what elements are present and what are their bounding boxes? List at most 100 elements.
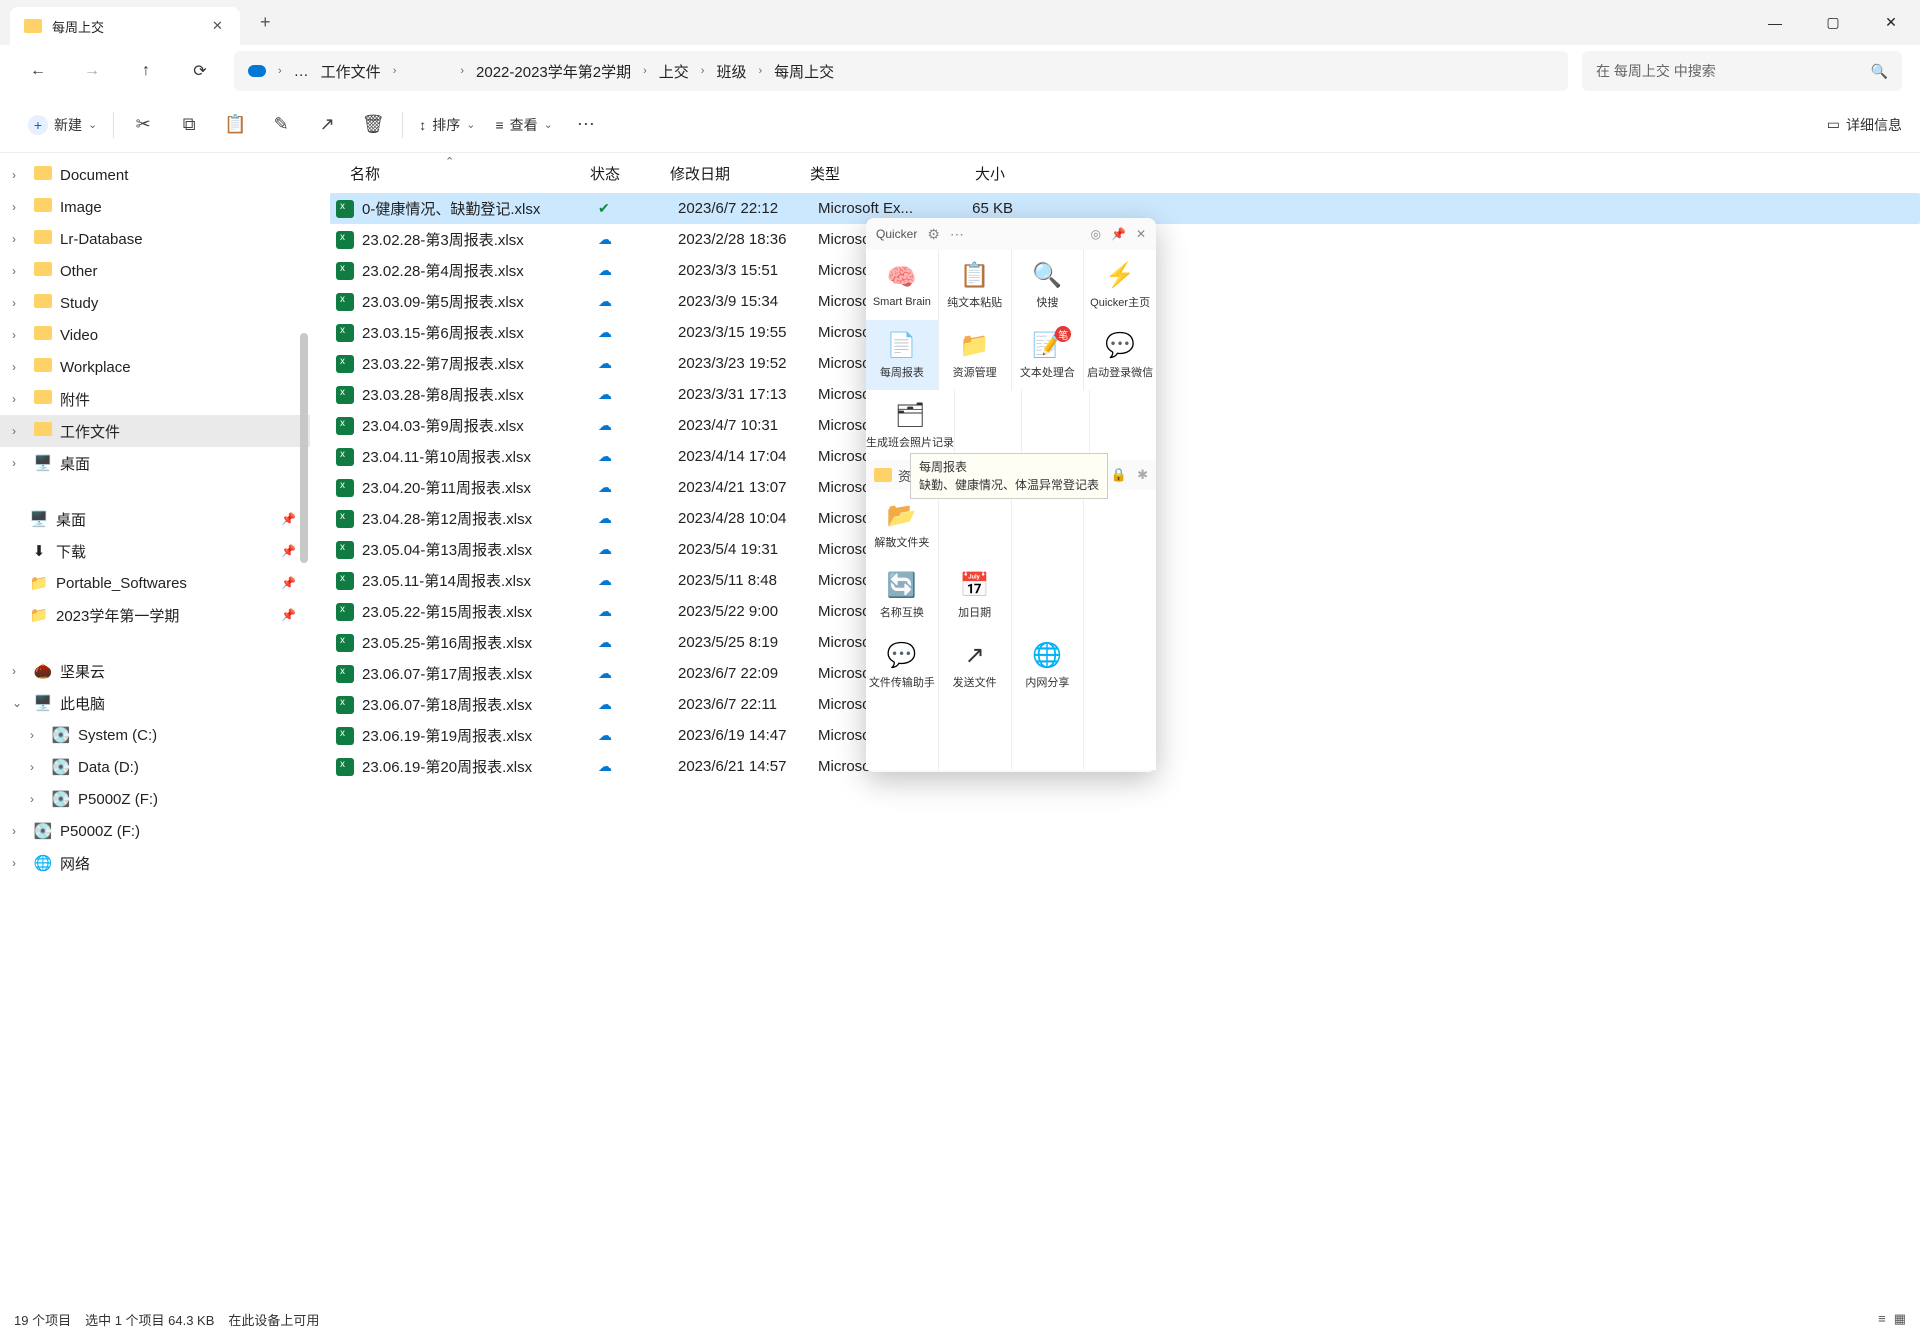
quicker-action[interactable] xyxy=(1012,490,1084,560)
sidebar-item[interactable]: › Document xyxy=(0,159,310,191)
quicker-action[interactable] xyxy=(866,700,938,770)
chevron-right-icon[interactable]: › xyxy=(701,65,705,77)
copy-button[interactable]: ⧉ xyxy=(166,114,212,135)
chevron-right-icon[interactable]: › xyxy=(460,65,464,77)
more-button[interactable]: ⋯ xyxy=(563,114,609,135)
chevron-right-icon[interactable]: › xyxy=(12,328,26,342)
new-button[interactable]: + 新建 ⌄ xyxy=(18,109,107,141)
chevron-icon[interactable]: ⌄ xyxy=(12,696,26,710)
delete-button[interactable]: 🗑 xyxy=(350,114,396,135)
breadcrumb[interactable]: 每周上交 xyxy=(774,61,834,82)
quicker-action[interactable] xyxy=(939,700,1011,770)
quicker-action[interactable] xyxy=(1090,390,1156,460)
lock-icon[interactable]: 🔒 xyxy=(1111,467,1127,483)
view-grid-icon[interactable]: ▦ xyxy=(1894,1311,1906,1327)
chevron-right-icon[interactable]: › xyxy=(758,65,762,77)
chevron-right-icon[interactable]: › xyxy=(12,424,26,438)
quicker-action[interactable]: 🌐 内网分享 xyxy=(1012,630,1084,700)
quicker-action[interactable]: 🧠 Smart Brain xyxy=(866,250,938,320)
chevron-up-icon[interactable]: ⌃ xyxy=(445,155,454,168)
sidebar-item[interactable]: › 🌰 坚果云 xyxy=(0,655,310,687)
close-button[interactable]: ✕ xyxy=(1862,0,1920,45)
chevron-right-icon[interactable]: › xyxy=(12,392,26,406)
chevron-icon[interactable]: › xyxy=(12,664,26,678)
quicker-action[interactable]: 💬 启动登录微信 xyxy=(1084,320,1156,390)
chevron-right-icon[interactable]: › xyxy=(393,65,397,77)
quicker-action[interactable]: ↗ 发送文件 xyxy=(939,630,1011,700)
quicker-action[interactable] xyxy=(955,390,1021,460)
chevron-right-icon[interactable]: › xyxy=(12,360,26,374)
chevron-right-icon[interactable]: › xyxy=(12,232,26,246)
tab-active[interactable]: 每周上交 ✕ xyxy=(10,7,240,45)
back-button[interactable]: ← xyxy=(18,53,58,89)
sidebar-item[interactable]: › 🖥️ 桌面 xyxy=(0,447,310,479)
chevron-right-icon[interactable]: › xyxy=(12,200,26,214)
sidebar-item[interactable]: › Video xyxy=(0,319,310,351)
chevron-right-icon[interactable]: › xyxy=(643,65,647,77)
breadcrumb[interactable]: 2022-2023学年第2学期 xyxy=(476,61,631,82)
sidebar-quick-item[interactable]: ⬇ 下载 📌 xyxy=(0,535,310,567)
sidebar-quick-item[interactable]: 📁 Portable_Softwares 📌 xyxy=(0,567,310,599)
quicker-action[interactable] xyxy=(1012,700,1084,770)
sidebar-item[interactable]: › 💽 System (C:) xyxy=(0,719,310,751)
chevron-icon[interactable]: › xyxy=(30,760,44,774)
col-size[interactable]: 大小 xyxy=(925,163,1005,184)
sidebar-item[interactable]: › Lr-Database xyxy=(0,223,310,255)
rename-button[interactable]: ✎ xyxy=(258,114,304,135)
sidebar-item[interactable]: ⌄ 🖥️ 此电脑 xyxy=(0,687,310,719)
col-name[interactable]: 名称 xyxy=(350,163,590,184)
sidebar-item[interactable]: › 💽 P5000Z (F:) xyxy=(0,815,310,847)
chevron-right-icon[interactable]: › xyxy=(12,296,26,310)
quicker-action[interactable] xyxy=(1084,560,1156,630)
quicker-action[interactable]: 💬 文件传输助手 xyxy=(866,630,938,700)
ellipsis-icon[interactable]: … xyxy=(294,63,309,80)
quicker-action[interactable] xyxy=(1084,490,1156,560)
quicker-action[interactable]: ⚡ Quicker主页 xyxy=(1084,250,1156,320)
breadcrumb[interactable]: 上交 xyxy=(659,61,689,82)
forward-button[interactable]: → xyxy=(72,53,112,89)
details-button[interactable]: ▭ 详细信息 xyxy=(1827,115,1902,135)
new-tab-button[interactable]: + xyxy=(260,12,271,33)
quicker-action[interactable]: 笔 📝 文本处理合 xyxy=(1012,320,1084,390)
scrollbar-thumb[interactable] xyxy=(300,333,308,563)
pin-icon[interactable]: 📌 xyxy=(1111,227,1126,241)
paste-button[interactable]: 📋 xyxy=(212,114,258,135)
quicker-action[interactable] xyxy=(1084,630,1156,700)
quicker-action[interactable]: 🔍 快搜 xyxy=(1012,250,1084,320)
search-input[interactable]: 在 每周上交 中搜索 🔍 xyxy=(1582,51,1902,91)
minimize-button[interactable]: — xyxy=(1746,0,1804,45)
close-icon[interactable]: ✕ xyxy=(212,18,226,34)
sidebar-quick-item[interactable]: 🖥️ 桌面 📌 xyxy=(0,503,310,535)
col-state[interactable]: 状态 xyxy=(590,163,670,184)
breadcrumb[interactable]: 班级 xyxy=(716,61,746,82)
address-bar[interactable]: › … 工作文件 › › 2022-2023学年第2学期 › 上交 › 班级 ›… xyxy=(234,51,1568,91)
quicker-action[interactable]: 🔄 名称互换 xyxy=(866,560,938,630)
sidebar-item[interactable]: › 💽 Data (D:) xyxy=(0,751,310,783)
quicker-action[interactable]: 📄 每周报表 xyxy=(866,320,938,390)
sidebar-quick-item[interactable]: 📁 2023学年第一学期 📌 xyxy=(0,599,310,631)
sidebar-item[interactable]: › 工作文件 xyxy=(0,415,310,447)
chevron-right-icon[interactable]: › xyxy=(12,264,26,278)
gear-icon[interactable]: ⚙ xyxy=(927,226,940,243)
chevron-icon[interactable]: › xyxy=(12,824,26,838)
quicker-action[interactable]: 🗂 生成班会照片记录 xyxy=(866,390,954,460)
quicker-action[interactable]: 📋 纯文本粘贴 xyxy=(939,250,1011,320)
sidebar-item[interactable]: › Other xyxy=(0,255,310,287)
quicker-action[interactable]: 📅 加日期 xyxy=(939,560,1011,630)
sidebar-item[interactable]: › Study xyxy=(0,287,310,319)
view-list-icon[interactable]: ≡ xyxy=(1878,1311,1886,1327)
breadcrumb[interactable]: 工作文件 xyxy=(321,61,381,82)
cut-button[interactable]: ✂ xyxy=(120,114,166,135)
share-button[interactable]: ↗ xyxy=(304,114,350,135)
col-date[interactable]: 修改日期 xyxy=(670,163,810,184)
chevron-icon[interactable]: › xyxy=(12,856,26,870)
close-icon[interactable]: ✕ xyxy=(1136,227,1146,241)
chevron-right-icon[interactable]: › xyxy=(12,456,26,470)
sidebar-item[interactable]: › Workplace xyxy=(0,351,310,383)
chevron-right-icon[interactable]: › xyxy=(12,168,26,182)
refresh-button[interactable]: ⟳ xyxy=(180,53,220,89)
sidebar-item[interactable]: › 🌐 网络 xyxy=(0,847,310,879)
maximize-button[interactable]: ▢ xyxy=(1804,0,1862,45)
settings-icon[interactable]: ✱ xyxy=(1137,467,1148,483)
up-button[interactable]: ↑ xyxy=(126,53,166,89)
